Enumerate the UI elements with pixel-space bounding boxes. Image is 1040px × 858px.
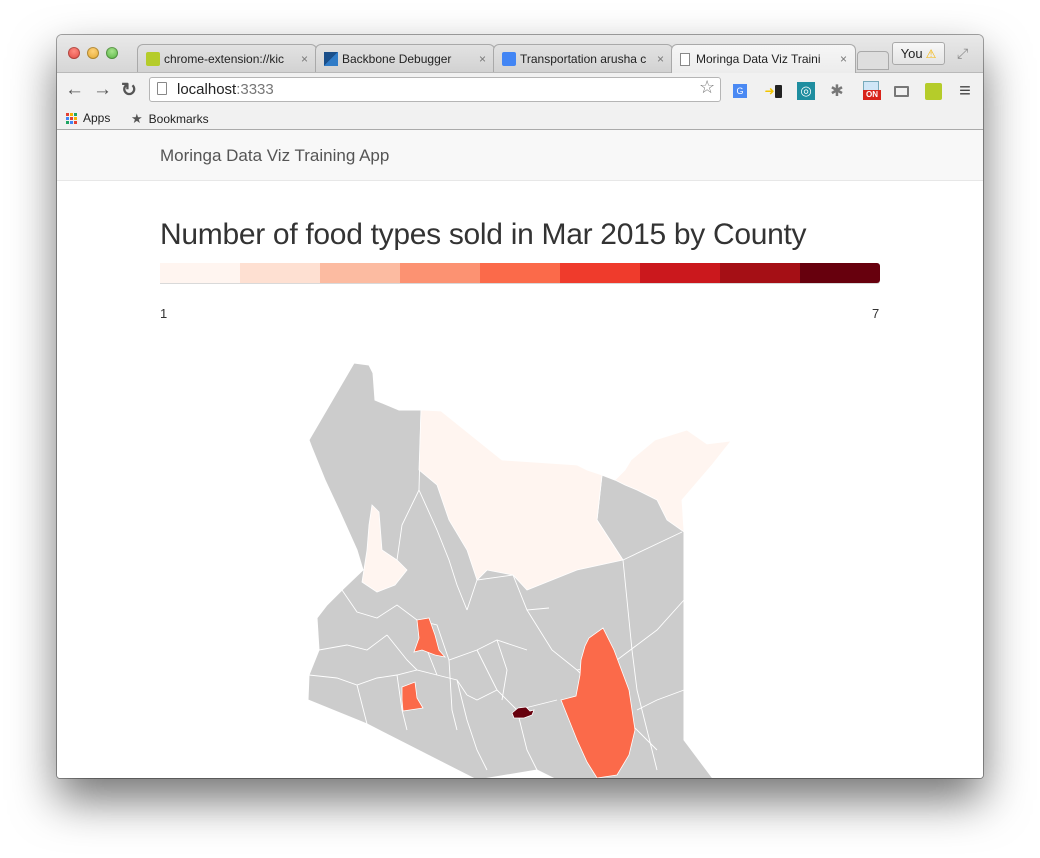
backbone-icon [324, 51, 338, 66]
tab-label: chrome-extension://kic [164, 51, 285, 66]
maximize-window-button[interactable] [106, 47, 118, 59]
google-docs-icon [502, 51, 516, 66]
tab-close-icon[interactable]: × [301, 52, 308, 66]
extension-icon[interactable] [923, 81, 943, 101]
apps-grid-icon [66, 112, 77, 124]
bookmark-label: Apps [83, 111, 111, 125]
chrome-menu-icon[interactable]: ≡ [955, 80, 975, 102]
profile-button[interactable]: You ⚠ [892, 42, 945, 65]
phone-extension-icon[interactable]: ➜ [763, 81, 783, 101]
forward-button[interactable]: → [93, 79, 112, 101]
back-button[interactable]: ← [65, 79, 84, 101]
tab-moringa-data-viz[interactable]: Moringa Data Viz Traini × [671, 44, 856, 73]
new-tab-button[interactable] [857, 51, 889, 70]
reload-button[interactable]: ↻ [121, 79, 137, 102]
tab-transportation[interactable]: Transportation arusha c × [493, 44, 673, 72]
tab-close-icon[interactable]: × [479, 52, 486, 66]
bookmark-apps[interactable]: Apps [66, 111, 110, 125]
address-bar[interactable]: localhost:3333 [149, 77, 721, 102]
bug-extension-icon[interactable]: ✱ [827, 81, 847, 101]
tab-backbone-debugger[interactable]: Backbone Debugger × [315, 44, 495, 72]
tab-label: Backbone Debugger [342, 51, 452, 66]
wave-extension-icon[interactable]: ◎ [796, 81, 816, 101]
fullscreen-icon[interactable]: ⤢ [957, 45, 968, 62]
close-window-button[interactable] [68, 47, 80, 59]
extension-icon [146, 51, 160, 66]
bookmarks-bar: Apps ★ Bookmarks [57, 108, 983, 130]
google-translate-icon[interactable]: G [730, 81, 750, 101]
address-port: :3333 [236, 81, 274, 98]
bookmark-star-icon[interactable]: ☆ [699, 77, 715, 98]
browser-toolbar: ← → ↻ localhost:3333 ☆ G ➜ ◎ ✱ ON ≡ [57, 72, 983, 108]
minimize-window-button[interactable] [87, 47, 99, 59]
tab-close-icon[interactable]: × [657, 52, 664, 66]
tab-label: Transportation arusha c [520, 51, 647, 66]
star-icon: ★ [131, 111, 143, 126]
title-bar: chrome-extension://kic × Backbone Debugg… [57, 35, 983, 73]
cast-icon[interactable] [891, 81, 911, 101]
address-host: localhost [177, 81, 237, 98]
page-icon [157, 82, 167, 95]
browser-window: chrome-extension://kic × Backbone Debugg… [57, 35, 983, 778]
bookmark-label: Bookmarks [148, 112, 209, 126]
tab-label: Moringa Data Viz Traini [696, 52, 821, 66]
kenya-county-map [307, 362, 733, 778]
page-content: Moringa Data Viz Training App Number of … [57, 130, 983, 778]
tab-chrome-extension[interactable]: chrome-extension://kic × [137, 44, 317, 72]
profile-label: You [900, 46, 923, 61]
page-icon [680, 52, 690, 66]
tab-close-icon[interactable]: × [840, 52, 847, 66]
warning-icon: ⚠ [925, 46, 937, 61]
on-badge-extension-icon[interactable]: ON [861, 81, 881, 101]
bookmark-bookmarks[interactable]: ★ Bookmarks [131, 111, 209, 127]
